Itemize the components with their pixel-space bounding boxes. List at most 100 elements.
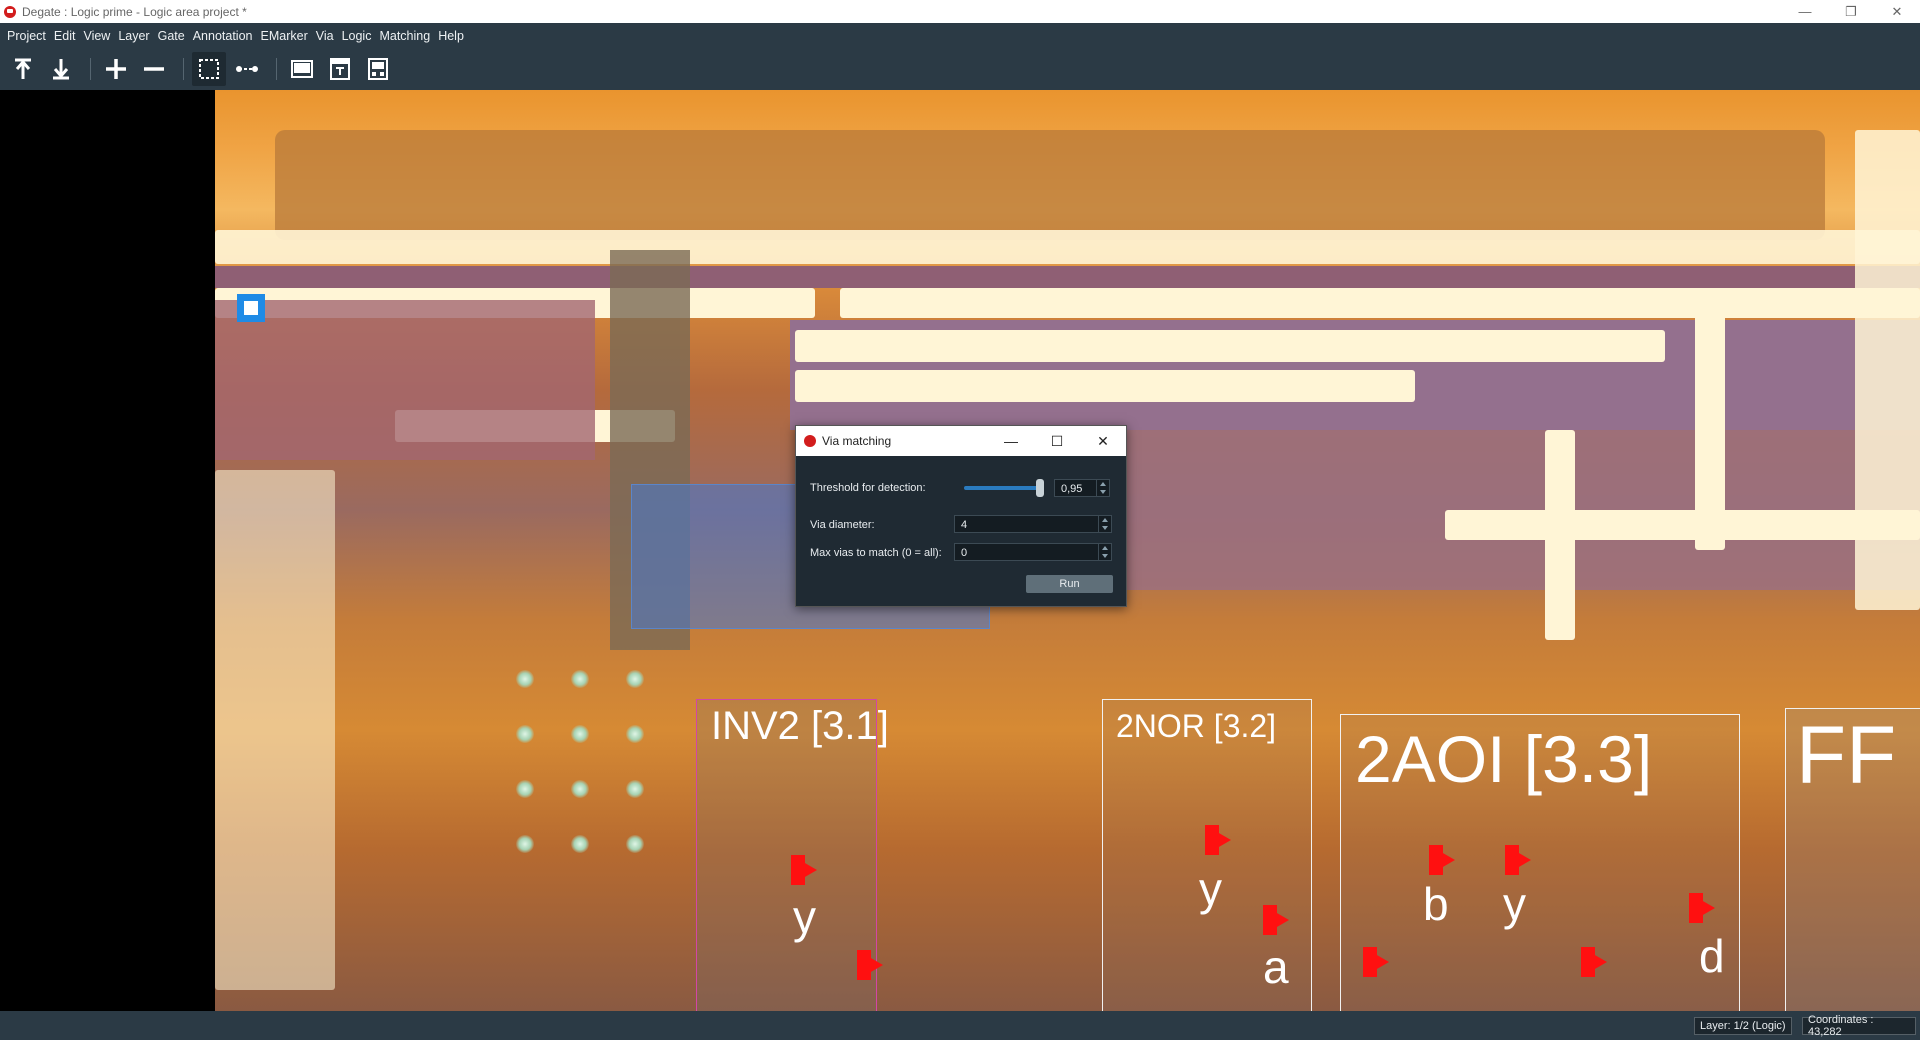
menu-bar: Project Edit View Layer Gate Annotation … xyxy=(0,23,1920,48)
view-image-button[interactable] xyxy=(285,52,319,86)
layer-down-button[interactable] xyxy=(44,52,78,86)
degate-app-icon xyxy=(4,5,16,18)
port-label: d xyxy=(1699,930,1725,982)
spin-arrows-icon[interactable] xyxy=(1098,544,1111,560)
port-marker xyxy=(1205,825,1231,855)
menu-emarker[interactable]: EMarker xyxy=(257,29,312,43)
port-marker xyxy=(1505,845,1531,875)
threshold-value: 0,95 xyxy=(1061,483,1083,495)
gate-2nor[interactable]: 2NOR [3.2] y a xyxy=(1102,699,1312,1011)
max-vias-label: Max vias to match (0 = all): xyxy=(810,547,942,559)
via-diameter-value: 4 xyxy=(961,519,968,531)
threshold-slider[interactable] xyxy=(964,486,1044,490)
title-bar: Degate : Logic prime - Logic area projec… xyxy=(0,0,1920,23)
port-label: b xyxy=(1423,878,1449,930)
via xyxy=(516,670,534,688)
window-title: Degate : Logic prime - Logic area projec… xyxy=(22,4,247,19)
port-marker xyxy=(857,950,883,980)
port-marker xyxy=(1429,845,1455,875)
menu-logic[interactable]: Logic xyxy=(338,29,376,43)
wire-tool-button[interactable] xyxy=(230,52,264,86)
gate-inv2[interactable]: INV2 [3.1] y xyxy=(696,699,889,1011)
minimize-button[interactable]: — xyxy=(1782,0,1828,23)
gate-label: INV2 [3.1] xyxy=(711,704,889,748)
via xyxy=(571,780,589,798)
port-marker xyxy=(1263,905,1289,935)
dialog-close-button[interactable]: ✕ xyxy=(1080,426,1126,456)
wire-tool-icon xyxy=(236,66,258,72)
dialog-title: Via matching xyxy=(822,434,892,448)
poly-band xyxy=(215,266,1920,288)
port-marker xyxy=(1689,893,1715,923)
gate-2aoi[interactable]: 2AOI [3.3] b y d xyxy=(1340,714,1740,1011)
via-diameter-label: Via diameter: xyxy=(810,519,875,531)
dialog-maximize-button[interactable]: ☐ xyxy=(1034,426,1080,456)
via xyxy=(571,725,589,743)
spin-arrows-icon[interactable] xyxy=(1098,516,1111,532)
menu-matching[interactable]: Matching xyxy=(375,29,434,43)
metal-trace xyxy=(1445,510,1920,540)
metal-trace xyxy=(795,330,1665,362)
port-label: y xyxy=(1199,863,1222,915)
menu-project[interactable]: Project xyxy=(3,29,50,43)
threshold-slider-handle[interactable] xyxy=(1036,479,1044,497)
view-template-button[interactable] xyxy=(323,52,357,86)
port-marker xyxy=(1581,947,1607,977)
layer-down-icon xyxy=(53,59,69,80)
via xyxy=(516,835,534,853)
menu-via[interactable]: Via xyxy=(312,29,338,43)
menu-view[interactable]: View xyxy=(79,29,114,43)
spin-arrows-icon[interactable] xyxy=(1096,480,1109,496)
zoom-in-icon xyxy=(106,59,126,79)
via xyxy=(626,835,644,853)
via-diameter-spinbox[interactable]: 4 xyxy=(954,515,1112,533)
poly-region xyxy=(215,300,595,460)
metal-trace xyxy=(1855,130,1920,610)
emarker-icon[interactable] xyxy=(237,294,265,322)
menu-annotation[interactable]: Annotation xyxy=(189,29,257,43)
gate-label: 2NOR [3.2] xyxy=(1116,708,1277,744)
view-layout-button[interactable] xyxy=(361,52,395,86)
via xyxy=(626,725,644,743)
zoom-out-button[interactable] xyxy=(137,52,171,86)
max-vias-spinbox[interactable]: 0 xyxy=(954,543,1112,561)
toolbar xyxy=(0,48,1920,90)
status-bar: Layer: 1/2 (Logic) Coordinates : 43,282 xyxy=(0,1011,1920,1040)
via xyxy=(626,780,644,798)
via xyxy=(571,670,589,688)
close-button[interactable]: ✕ xyxy=(1874,0,1920,23)
run-button[interactable]: Run xyxy=(1026,575,1113,593)
port-label: a xyxy=(1263,941,1289,993)
metal-trace xyxy=(215,230,1920,264)
dialog-minimize-button[interactable]: — xyxy=(988,426,1034,456)
toolbar-separator xyxy=(90,58,91,80)
area-select-icon xyxy=(199,59,219,79)
gate-label: 2AOI [3.3] xyxy=(1355,722,1653,796)
port-label: y xyxy=(1503,878,1526,930)
menu-gate[interactable]: Gate xyxy=(154,29,189,43)
gate-label: FF xyxy=(1796,710,1897,801)
layer-up-icon xyxy=(15,58,31,79)
view-template-icon xyxy=(330,58,350,80)
area-select-button[interactable] xyxy=(192,52,226,86)
via xyxy=(516,780,534,798)
restore-button[interactable]: ❐ xyxy=(1828,0,1874,23)
menu-layer[interactable]: Layer xyxy=(114,29,153,43)
via xyxy=(571,835,589,853)
metal-trace xyxy=(215,470,335,990)
dialog-controls: — ☐ ✕ xyxy=(988,426,1126,456)
left-panel xyxy=(0,90,215,1011)
threshold-spinbox[interactable]: 0,95 xyxy=(1054,479,1110,497)
view-layout-icon xyxy=(368,58,388,80)
dialog-title-bar: Via matching — ☐ ✕ xyxy=(796,426,1126,456)
zoom-in-button[interactable] xyxy=(99,52,133,86)
metal-trace xyxy=(795,370,1415,402)
menu-help[interactable]: Help xyxy=(434,29,468,43)
via xyxy=(516,725,534,743)
gate-ff[interactable]: FF xyxy=(1785,708,1920,1011)
metal-trace xyxy=(1695,290,1725,550)
view-image-icon xyxy=(291,60,313,78)
toolbar-separator xyxy=(183,58,184,80)
layer-up-button[interactable] xyxy=(6,52,40,86)
menu-edit[interactable]: Edit xyxy=(50,29,80,43)
